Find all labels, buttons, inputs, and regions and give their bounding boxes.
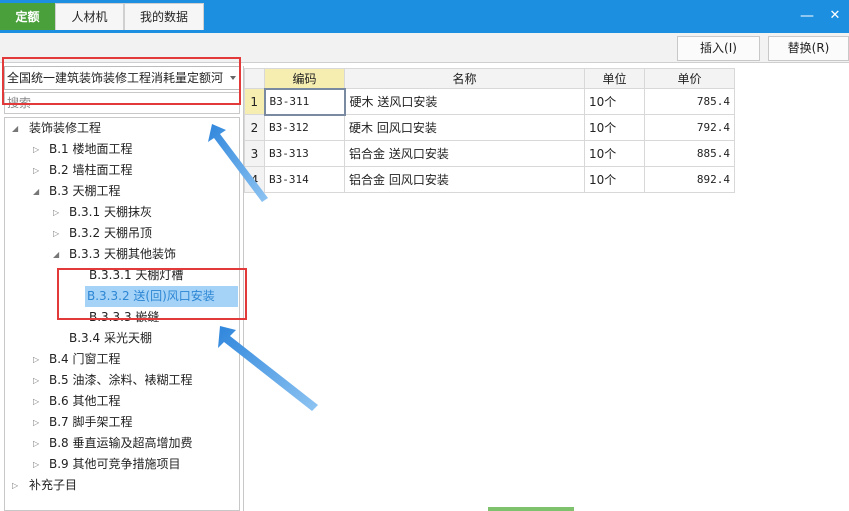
tree-node[interactable]: ▷ B.3.1 天棚抹灰: [7, 202, 237, 223]
replace-button[interactable]: 替换(R): [768, 36, 849, 61]
cell-price[interactable]: 792.4: [644, 114, 735, 141]
result-grid-panel: 编码 名称 单位 单价 1 B3-311 硬木 送风口安装 10个 785.4 …: [243, 66, 849, 511]
tree-node[interactable]: B.3.3.1 天棚灯槽: [7, 265, 237, 286]
collapsed-triangle-icon[interactable]: ▷: [33, 391, 43, 412]
tree-node[interactable]: ▷ 补充子目: [7, 475, 237, 496]
tree-node[interactable]: ◢ B.3 天棚工程: [7, 181, 237, 202]
collapsed-triangle-icon[interactable]: ▷: [33, 139, 43, 160]
close-icon[interactable]: ✕: [824, 6, 846, 26]
cell-code[interactable]: B3-311: [263, 87, 346, 116]
cell-code[interactable]: B3-313: [264, 140, 345, 167]
tree-node-label: 补充子目: [29, 478, 78, 492]
result-grid: 编码 名称 单位 单价 1 B3-311 硬木 送风口安装 10个 785.4 …: [244, 68, 735, 193]
tree-node-label: B.3.3 天棚其他装饰: [69, 247, 176, 261]
tab-labor-material-machine[interactable]: 人材机: [55, 3, 124, 30]
tree-node-label: B.4 门窗工程: [49, 352, 121, 366]
cell-price[interactable]: 785.4: [644, 88, 735, 115]
tree-node[interactable]: ▷ B.7 脚手架工程: [7, 412, 237, 433]
cell-unit[interactable]: 10个: [584, 114, 645, 141]
collapsed-triangle-icon[interactable]: ▷: [33, 349, 43, 370]
tree-node[interactable]: ▷ B.4 门窗工程: [7, 349, 237, 370]
tree-node-label: B.2 墙柱面工程: [49, 163, 133, 177]
tree-node[interactable]: ▷ B.6 其他工程: [7, 391, 237, 412]
tree-node-label: B.1 楼地面工程: [49, 142, 133, 156]
collapsed-triangle-icon[interactable]: ▷: [33, 412, 43, 433]
collapsed-triangle-icon[interactable]: ▷: [33, 370, 43, 391]
tree-node-label: B.3.1 天棚抹灰: [69, 205, 152, 219]
table-row[interactable]: 3 B3-313 铝合金 送风口安装 10个 885.4: [244, 140, 735, 167]
cell-price[interactable]: 885.4: [644, 140, 735, 167]
table-row[interactable]: 1 B3-311 硬木 送风口安装 10个 785.4: [244, 87, 735, 116]
tree-node[interactable]: ◢ 装饰装修工程: [7, 118, 237, 139]
column-header-price[interactable]: 单价: [644, 68, 735, 89]
collapsed-triangle-icon[interactable]: ▷: [12, 475, 22, 496]
tree-node[interactable]: B.3.3.3 嵌缝: [7, 307, 237, 328]
cell-price[interactable]: 892.4: [644, 166, 735, 193]
cell-code[interactable]: B3-312: [264, 114, 345, 141]
tree-node-label: B.3.4 采光天棚: [69, 331, 152, 345]
column-header-code[interactable]: 编码: [264, 68, 345, 89]
cell-unit[interactable]: 10个: [584, 166, 645, 193]
table-row[interactable]: 2 B3-312 硬木 回风口安装 10个 792.4: [244, 114, 735, 141]
insert-button[interactable]: 插入(I): [677, 36, 760, 61]
tree-node-label: B.3.3.3 嵌缝: [89, 310, 160, 324]
expanded-triangle-icon[interactable]: ◢: [12, 118, 22, 139]
tree-node-label: B.3.2 天棚吊顶: [69, 226, 152, 240]
minimize-icon[interactable]: —: [796, 6, 818, 26]
collapsed-triangle-icon[interactable]: ▷: [53, 202, 63, 223]
collapsed-triangle-icon[interactable]: ▷: [33, 160, 43, 181]
tab-my-data[interactable]: 我的数据: [124, 3, 204, 30]
tree-node-label: B.3 天棚工程: [49, 184, 121, 198]
expanded-triangle-icon[interactable]: ◢: [53, 244, 63, 265]
category-tree: ◢ 装饰装修工程 ▷ B.1 楼地面工程 ▷ B.2 墙柱面工程 ◢ B.3 天…: [4, 117, 240, 511]
tree-node[interactable]: ▷ B.5 油漆、涂料、裱糊工程: [7, 370, 237, 391]
quota-library-select[interactable]: 全国统一建筑装饰装修工程消耗量定额河: [4, 66, 240, 90]
tree-node[interactable]: ▷ B.8 垂直运输及超高增加费: [7, 433, 237, 454]
tree-node-label: B.5 油漆、涂料、裱糊工程: [49, 373, 193, 387]
tree-node[interactable]: ▷ B.9 其他可竞争措施项目: [7, 454, 237, 475]
chevron-down-icon: [230, 76, 236, 80]
corner-header: [244, 68, 265, 89]
column-header-unit[interactable]: 单位: [584, 68, 645, 89]
row-number: 2: [244, 114, 265, 141]
collapsed-triangle-icon[interactable]: ▷: [53, 223, 63, 244]
tree-node-label: B.3.3.1 天棚灯槽: [89, 268, 184, 282]
tree-node[interactable]: ▷ B.2 墙柱面工程: [7, 160, 237, 181]
search-input[interactable]: 搜索: [4, 92, 240, 114]
tab-quota[interactable]: 定额: [0, 3, 55, 30]
grid-header-row: 编码 名称 单位 单价: [244, 68, 735, 89]
tree-node-label: B.8 垂直运输及超高增加费: [49, 436, 193, 450]
quota-library-value: 全国统一建筑装饰装修工程消耗量定额河: [7, 71, 224, 85]
row-number: 3: [244, 140, 265, 167]
status-bar-indicator: [488, 507, 574, 511]
tree-node-label: B.6 其他工程: [49, 394, 121, 408]
cell-name[interactable]: 铝合金 回风口安装: [344, 166, 585, 193]
row-number: 1: [244, 88, 265, 115]
expanded-triangle-icon[interactable]: ◢: [33, 181, 43, 202]
tree-node[interactable]: ◢ B.3.3 天棚其他装饰: [7, 244, 237, 265]
tree-node[interactable]: ▷ B.1 楼地面工程: [7, 139, 237, 160]
cell-unit[interactable]: 10个: [584, 140, 645, 167]
tree-node-label: 装饰装修工程: [29, 121, 102, 135]
cell-name[interactable]: 硬木 回风口安装: [344, 114, 585, 141]
tree-node-label: B.7 脚手架工程: [49, 415, 133, 429]
tree-node-label: B.9 其他可竞争措施项目: [49, 457, 181, 471]
tree-node[interactable]: ▷ B.3.2 天棚吊顶: [7, 223, 237, 244]
tree-node[interactable]: B.3.4 采光天棚: [7, 328, 237, 349]
cell-unit[interactable]: 10个: [584, 88, 645, 115]
collapsed-triangle-icon[interactable]: ▷: [33, 433, 43, 454]
cell-name[interactable]: 铝合金 送风口安装: [344, 140, 585, 167]
tree-node-selected[interactable]: B.3.3.2 送(回)风口安装: [85, 286, 238, 307]
tree-node-label: B.3.3.2 送(回)风口安装: [87, 289, 215, 303]
collapsed-triangle-icon[interactable]: ▷: [33, 454, 43, 475]
column-header-name[interactable]: 名称: [344, 68, 585, 89]
cell-name[interactable]: 硬木 送风口安装: [344, 88, 585, 115]
row-number: 4: [244, 166, 265, 193]
cell-code[interactable]: B3-314: [264, 166, 345, 193]
table-row[interactable]: 4 B3-314 铝合金 回风口安装 10个 892.4: [244, 166, 735, 193]
